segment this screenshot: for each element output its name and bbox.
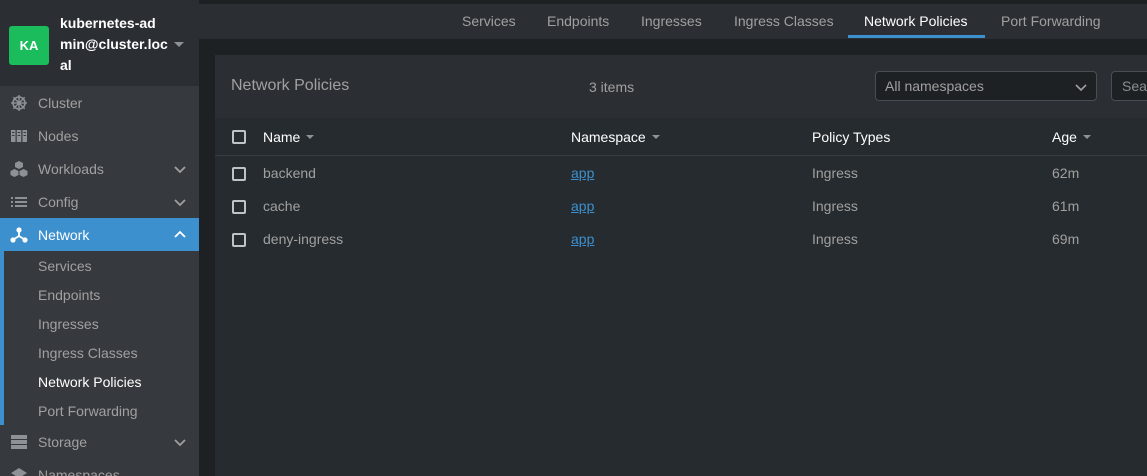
cell-age: 69m bbox=[1052, 231, 1080, 247]
sidebar-item-namespaces[interactable]: Namespaces bbox=[0, 458, 199, 476]
top-strip bbox=[199, 0, 1147, 4]
cell-age: 62m bbox=[1052, 165, 1080, 181]
sidebar-subitem-port-forwarding[interactable]: Port Forwarding bbox=[38, 403, 138, 419]
row-checkbox[interactable] bbox=[232, 167, 246, 181]
column-label: Name bbox=[263, 129, 301, 145]
namespace-select-value: All namespaces bbox=[885, 78, 984, 94]
top-tab-bar: Services Endpoints Ingresses Ingress Cla… bbox=[199, 0, 1147, 39]
column-header-namespace[interactable]: Namespace bbox=[571, 129, 660, 145]
cell-namespace-link[interactable]: app bbox=[571, 231, 594, 247]
namespace-select[interactable]: All namespaces bbox=[875, 71, 1097, 101]
tab-network-policies[interactable]: Network Policies bbox=[864, 13, 967, 29]
select-all-checkbox[interactable] bbox=[232, 130, 246, 144]
tab-ingresses[interactable]: Ingresses bbox=[641, 13, 702, 29]
sidebar-item-label: Network bbox=[38, 226, 90, 243]
tab-port-forwarding[interactable]: Port Forwarding bbox=[1001, 13, 1101, 29]
sidebar-subitem-ingresses[interactable]: Ingresses bbox=[38, 316, 99, 332]
cell-policy-types: Ingress bbox=[812, 231, 858, 247]
sidebar-item-label: Workloads bbox=[38, 160, 104, 177]
sidebar-item-network[interactable]: Network bbox=[0, 218, 199, 251]
row-checkbox[interactable] bbox=[232, 233, 246, 247]
sidebar-item-cluster[interactable]: Cluster bbox=[0, 86, 199, 119]
cell-age: 61m bbox=[1052, 198, 1080, 214]
cluster-name: kubernetes-admin@cluster.local bbox=[60, 15, 168, 73]
network-policies-panel: Network Policies 3 items All namespaces … bbox=[215, 55, 1147, 476]
avatar: KA bbox=[9, 26, 49, 65]
cell-policy-types: Ingress bbox=[812, 198, 858, 214]
sidebar-item-nodes[interactable]: Nodes bbox=[0, 119, 199, 152]
sidebar-item-label: Cluster bbox=[38, 94, 83, 111]
cell-policy-types: Ingress bbox=[812, 165, 858, 181]
sidebar-item-label: Storage bbox=[38, 433, 88, 450]
table-row[interactable]: deny-ingress app Ingress 69m bbox=[215, 223, 1147, 256]
column-label: Policy Types bbox=[812, 129, 891, 145]
table-header: Name Namespace Policy Types Age bbox=[215, 118, 1147, 156]
column-header-policy-types: Policy Types bbox=[812, 129, 890, 145]
list-icon bbox=[10, 193, 28, 211]
column-label: Age bbox=[1052, 129, 1077, 145]
sidebar-item-label: Namespaces bbox=[38, 466, 120, 476]
chevron-down-icon[interactable] bbox=[174, 436, 186, 448]
server-rack-icon bbox=[10, 127, 28, 145]
submenu-indicator bbox=[0, 251, 4, 425]
sidebar-item-workloads[interactable]: Workloads bbox=[0, 152, 199, 185]
active-tab-indicator bbox=[848, 35, 985, 38]
search-box[interactable] bbox=[1111, 71, 1147, 101]
tab-endpoints[interactable]: Endpoints bbox=[547, 13, 609, 29]
sidebar-item-config[interactable]: Config bbox=[0, 185, 199, 218]
search-input[interactable] bbox=[1112, 72, 1147, 100]
sidebar-subitem-ingress-classes[interactable]: Ingress Classes bbox=[38, 345, 138, 361]
app-window: KA kubernetes-admin@cluster.local Cluste… bbox=[0, 0, 1147, 476]
sidebar-item-label: Nodes bbox=[38, 127, 79, 144]
cell-namespace-link[interactable]: app bbox=[571, 198, 594, 214]
page-title: Network Policies bbox=[231, 77, 350, 94]
chevron-up-icon[interactable] bbox=[174, 229, 186, 241]
item-count: 3 items bbox=[589, 79, 635, 95]
sidebar: KA kubernetes-admin@cluster.local Cluste… bbox=[0, 0, 199, 476]
column-header-age[interactable]: Age bbox=[1052, 129, 1091, 145]
table-row[interactable]: cache app Ingress 61m bbox=[215, 190, 1147, 223]
column-header-name[interactable]: Name bbox=[263, 129, 315, 145]
sort-caret-icon bbox=[651, 135, 660, 139]
table-row[interactable]: backend app Ingress 62m bbox=[215, 157, 1147, 190]
column-label: Namespace bbox=[571, 129, 646, 145]
storage-icon bbox=[10, 433, 28, 451]
tab-services[interactable]: Services bbox=[462, 13, 516, 29]
cubes-icon bbox=[10, 160, 28, 178]
sidebar-item-label: Config bbox=[38, 193, 79, 210]
chevron-down-icon[interactable] bbox=[174, 196, 186, 208]
sidebar-subitem-endpoints[interactable]: Endpoints bbox=[38, 287, 100, 303]
cell-name[interactable]: deny-ingress bbox=[263, 231, 343, 247]
cell-namespace-link[interactable]: app bbox=[571, 165, 594, 181]
sidebar-subitem-services[interactable]: Services bbox=[38, 258, 92, 274]
cell-name[interactable]: cache bbox=[263, 198, 300, 214]
chevron-down-icon bbox=[1075, 84, 1087, 92]
row-checkbox[interactable] bbox=[232, 200, 246, 214]
tab-ingress-classes[interactable]: Ingress Classes bbox=[734, 13, 834, 29]
helm-wheel-icon bbox=[10, 94, 28, 112]
cluster-selector[interactable]: KA kubernetes-admin@cluster.local bbox=[0, 0, 199, 86]
network-tree-icon bbox=[10, 226, 28, 244]
sort-caret-icon bbox=[306, 135, 315, 139]
sort-caret-icon bbox=[1082, 135, 1091, 139]
panel-header: Network Policies 3 items All namespaces bbox=[215, 55, 1147, 118]
chevron-down-icon[interactable] bbox=[174, 163, 186, 175]
cell-name[interactable]: backend bbox=[263, 165, 316, 181]
layers-icon bbox=[10, 466, 28, 476]
sidebar-item-storage[interactable]: Storage bbox=[0, 425, 199, 458]
sidebar-subitem-network-policies[interactable]: Network Policies bbox=[38, 374, 141, 390]
caret-down-icon[interactable] bbox=[174, 42, 184, 47]
